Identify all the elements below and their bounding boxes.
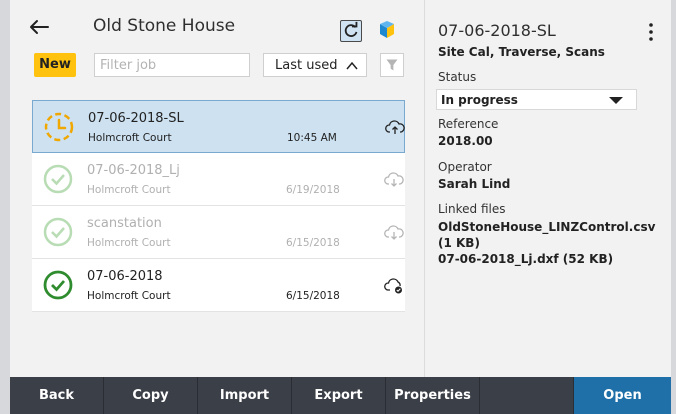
bottom-action-bar: Back Copy Import Export Properties Open — [10, 377, 671, 414]
sync-logo-icon[interactable] — [376, 20, 398, 42]
job-location: Holmcroft Court — [88, 132, 172, 144]
job-name: 07-06-2018_Lj — [87, 163, 180, 178]
caret-down-icon — [609, 97, 623, 104]
status-select-value: In progress — [441, 93, 518, 107]
job-list: 07-06-2018-SL Holmcroft Court 10:45 AM 0… — [32, 100, 405, 312]
job-location: Holmcroft Court — [87, 184, 171, 196]
job-date: 6/15/2018 — [286, 237, 340, 249]
page-title: Old Stone House — [93, 16, 236, 36]
open-button[interactable]: Open — [574, 377, 671, 414]
sort-select-value: Last used — [275, 58, 338, 73]
new-job-button[interactable]: New — [34, 53, 76, 77]
cloud-upload-icon[interactable] — [385, 117, 405, 137]
job-row[interactable]: 07-06-2018 Holmcroft Court 6/15/2018 — [32, 259, 405, 312]
reference-label: Reference — [438, 117, 499, 131]
job-row[interactable]: 07-06-2018_Lj Holmcroft Court 6/19/2018 — [32, 153, 405, 206]
back-arrow-icon[interactable] — [28, 16, 50, 38]
job-location: Holmcroft Court — [87, 237, 171, 249]
linked-files-list: OldStoneHouse_LINZControl.csv (1 KB) 07-… — [438, 220, 656, 266]
app-window: Old Stone House New Last used — [10, 0, 671, 377]
chevron-up-icon — [346, 61, 358, 70]
details-title: 07-06-2018-SL — [438, 21, 556, 40]
back-button[interactable]: Back — [10, 377, 104, 414]
properties-button[interactable]: Properties — [386, 377, 480, 414]
job-name: 07-06-2018-SL — [88, 111, 184, 126]
in-progress-clock-icon — [44, 112, 74, 142]
job-name: 07-06-2018 — [87, 269, 163, 284]
filter-job-input[interactable] — [94, 53, 250, 77]
sort-select[interactable]: Last used — [263, 53, 367, 77]
copy-button[interactable]: Copy — [104, 377, 198, 414]
job-row[interactable]: scanstation Holmcroft Court 6/15/2018 — [32, 206, 405, 259]
more-options-icon[interactable] — [647, 22, 655, 42]
cloud-synced-icon[interactable] — [384, 275, 404, 295]
export-button[interactable]: Export — [292, 377, 386, 414]
job-date: 6/19/2018 — [286, 184, 340, 196]
operator-label: Operator — [438, 160, 492, 174]
completed-check-icon — [43, 217, 73, 247]
operator-value: Sarah Lind — [438, 177, 511, 191]
job-row[interactable]: 07-06-2018-SL Holmcroft Court 10:45 AM — [32, 100, 405, 153]
funnel-icon — [386, 59, 398, 71]
job-list-pane: Old Stone House New Last used — [10, 0, 423, 377]
refresh-button[interactable] — [340, 20, 362, 42]
completed-check-icon — [43, 164, 73, 194]
job-details-pane: 07-06-2018-SL Site Cal, Traverse, Scans … — [424, 0, 671, 377]
job-date: 6/15/2018 — [286, 290, 340, 302]
refresh-icon — [344, 21, 358, 37]
job-name: scanstation — [87, 216, 162, 231]
reference-value: 2018.00 — [438, 134, 493, 148]
filter-button[interactable] — [380, 53, 404, 77]
cloud-download-icon[interactable] — [384, 169, 404, 189]
status-select[interactable]: In progress — [436, 89, 637, 110]
details-subtitle: Site Cal, Traverse, Scans — [438, 45, 605, 59]
cloud-download-icon[interactable] — [384, 222, 404, 242]
completed-check-icon — [43, 270, 73, 300]
status-label: Status — [438, 70, 477, 84]
job-location: Holmcroft Court — [87, 290, 171, 302]
linked-files-label: Linked files — [438, 202, 506, 216]
job-date: 10:45 AM — [287, 132, 337, 144]
import-button[interactable]: Import — [198, 377, 292, 414]
empty-slot-button — [480, 377, 574, 414]
